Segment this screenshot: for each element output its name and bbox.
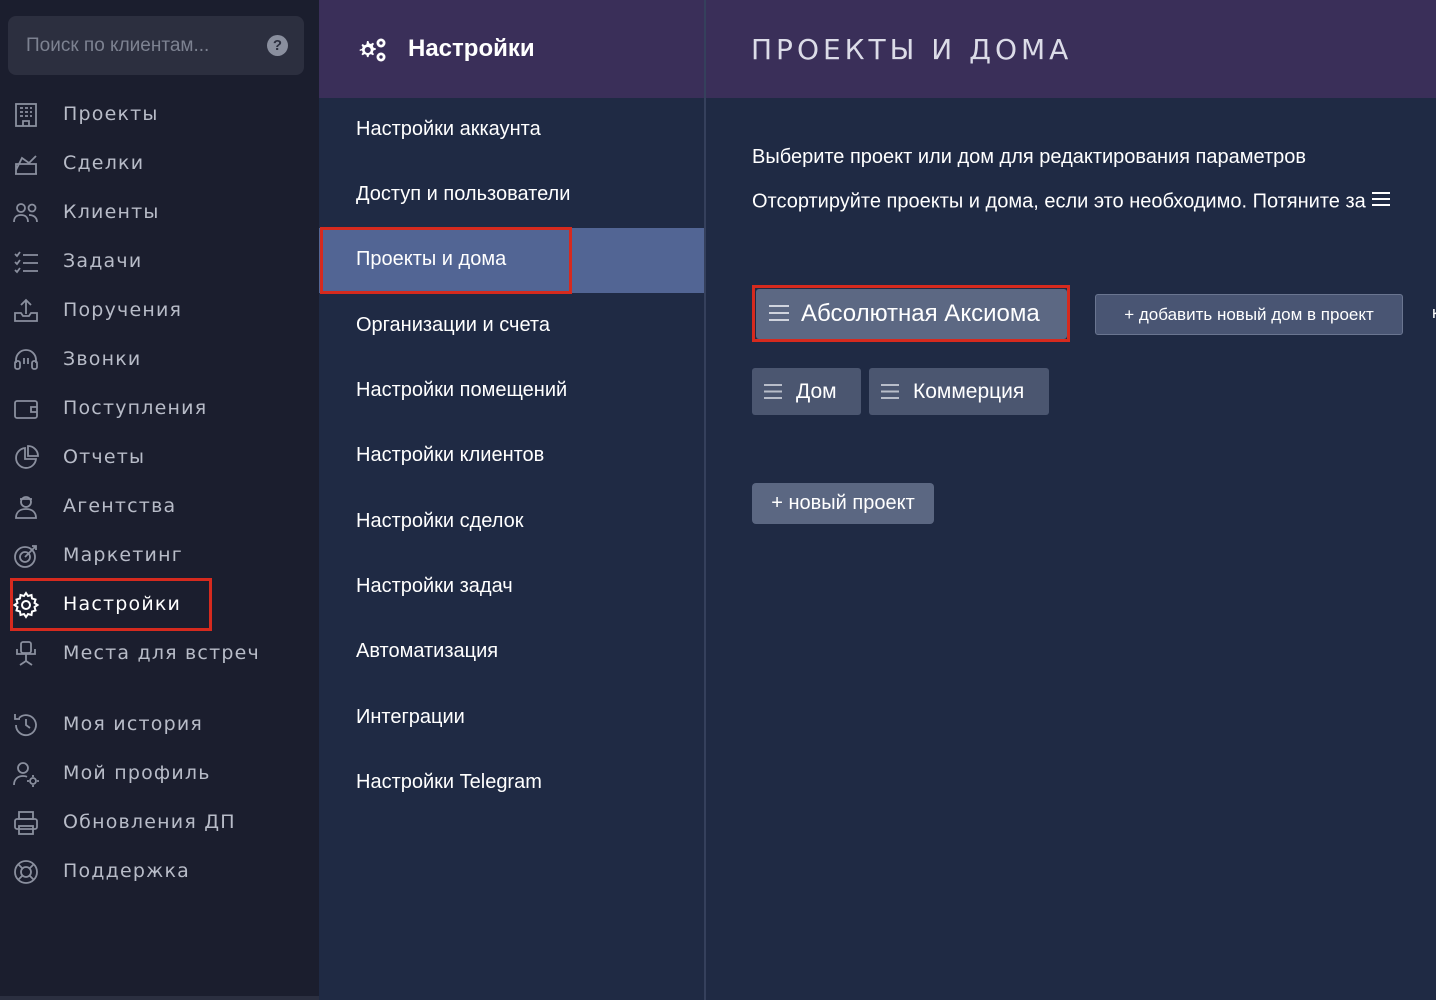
clipped-text: к	[1432, 303, 1436, 322]
drag-handle-icon	[1371, 190, 1391, 214]
sidebar-item-label: Поступления	[63, 397, 208, 419]
menu-item-label: Настройки помещений	[356, 379, 568, 401]
sidebar-item-support[interactable]: Поддержка	[0, 847, 319, 896]
sidebar-item-history[interactable]: Моя история	[0, 700, 319, 749]
sidebar-item-tasks[interactable]: Задачи	[0, 237, 319, 286]
search-input[interactable]	[26, 16, 256, 75]
menu-item-label: Настройки клиентов	[356, 444, 545, 466]
menu-item-label: Настройки аккаунта	[356, 118, 541, 140]
menu-item-automation[interactable]: Автоматизация	[319, 620, 704, 685]
help-icon[interactable]: ?	[267, 35, 288, 56]
agent-icon	[12, 493, 40, 521]
settings-panel: Настройки Настройки аккаунта Доступ и по…	[319, 0, 704, 1000]
house-name: Дом	[796, 380, 837, 403]
content-header: ПРОЕКТЫ И ДОМА	[706, 0, 1436, 98]
profile-settings-icon	[12, 760, 40, 788]
sidebar-item-marketing[interactable]: Маркетинг	[0, 531, 319, 580]
sidebar-item-assignments[interactable]: Поручения	[0, 286, 319, 335]
menu-item-label: Проекты и дома	[356, 248, 507, 270]
gears-icon	[356, 36, 388, 64]
menu-item-account-settings[interactable]: Настройки аккаунта	[319, 98, 704, 163]
sort-instruction-text: Отсортируйте проекты и дома, если это не…	[752, 190, 1366, 213]
gear-icon	[12, 591, 40, 619]
project-name: Абсолютная Аксиома	[801, 300, 1040, 327]
sidebar-item-profile[interactable]: Мой профиль	[0, 749, 319, 798]
drag-handle-icon[interactable]	[880, 383, 900, 405]
sidebar-item-payments[interactable]: Поступления	[0, 384, 319, 433]
menu-item-telegram-settings[interactable]: Настройки Telegram	[319, 751, 704, 816]
new-project-button[interactable]: + новый проект	[752, 483, 934, 524]
menu-item-label: Настройки задач	[356, 575, 513, 597]
menu-item-label: Доступ и пользователи	[356, 183, 571, 205]
sidebar-item-calls[interactable]: Звонки	[0, 335, 319, 384]
sidebar-item-updates[interactable]: Обновления ДП	[0, 798, 319, 847]
sidebar: ? Проекты Сделки Клиенты Задачи Поручени…	[0, 0, 319, 1000]
sidebar-item-agencies[interactable]: Агентства	[0, 482, 319, 531]
drag-handle-icon[interactable]	[768, 304, 790, 327]
menu-item-premises-settings[interactable]: Настройки помещений	[319, 359, 704, 424]
house-chip-house[interactable]: Дом	[752, 368, 861, 415]
instruction-text: Выберите проект или дом для редактирован…	[752, 146, 1306, 168]
upload-tray-icon	[12, 297, 40, 325]
sidebar-item-settings[interactable]: Настройки	[0, 580, 319, 629]
add-house-button[interactable]: + добавить новый дом в проект	[1095, 294, 1403, 335]
sidebar-item-label: Мой профиль	[63, 762, 211, 784]
sidebar-item-label: Звонки	[63, 348, 142, 370]
history-icon	[12, 711, 40, 739]
page-title: ПРОЕКТЫ И ДОМА	[751, 33, 1073, 66]
sidebar-item-label: Настройки	[63, 593, 182, 615]
sidebar-item-deals[interactable]: Сделки	[0, 139, 319, 188]
sidebar-item-label: Агентства	[63, 495, 177, 517]
printer-icon	[12, 809, 40, 837]
meeting-place-icon	[12, 640, 40, 668]
settings-title: Настройки	[408, 35, 535, 62]
headset-icon	[12, 346, 40, 374]
users-icon	[12, 199, 40, 227]
menu-item-projects-houses[interactable]: Проекты и дома	[319, 228, 704, 293]
menu-item-label: Интеграции	[356, 706, 465, 728]
sidebar-item-label: Поддержка	[63, 860, 190, 882]
menu-item-label: Организации и счета	[356, 314, 550, 336]
target-icon	[12, 542, 40, 570]
sidebar-item-label: Клиенты	[63, 201, 160, 223]
lifebuoy-icon	[12, 858, 40, 886]
sidebar-item-label: Места для встреч	[63, 642, 260, 664]
menu-item-deal-settings[interactable]: Настройки сделок	[319, 490, 704, 555]
sidebar-item-reports[interactable]: Отчеты	[0, 433, 319, 482]
sidebar-item-label: Отчеты	[63, 446, 146, 468]
sidebar-item-projects[interactable]: Проекты	[0, 90, 319, 139]
deal-icon	[12, 150, 40, 178]
search-box: ?	[8, 16, 304, 75]
pie-chart-icon	[12, 444, 40, 472]
tasks-icon	[12, 248, 40, 276]
sidebar-item-label: Задачи	[63, 250, 143, 272]
menu-item-organizations[interactable]: Организации и счета	[319, 294, 704, 359]
menu-item-label: Настройки сделок	[356, 510, 524, 532]
sidebar-item-label: Обновления ДП	[63, 811, 236, 833]
menu-item-label: Автоматизация	[356, 640, 499, 662]
sidebar-item-label: Проекты	[63, 103, 159, 125]
sidebar-item-meeting-places[interactable]: Места для встреч	[0, 629, 319, 678]
menu-item-label: Настройки Telegram	[356, 771, 542, 793]
menu-item-client-settings[interactable]: Настройки клиентов	[319, 424, 704, 489]
sort-instruction: Отсортируйте проекты и дома, если это не…	[752, 190, 1391, 214]
sidebar-item-label: Поручения	[63, 299, 183, 321]
project-chip[interactable]: Абсолютная Аксиома	[756, 289, 1067, 339]
house-chip-commerce[interactable]: Коммерция	[869, 368, 1049, 415]
settings-header: Настройки	[319, 0, 704, 98]
menu-item-integrations[interactable]: Интеграции	[319, 686, 704, 751]
drag-handle-icon[interactable]	[763, 383, 783, 405]
house-name: Коммерция	[913, 380, 1025, 403]
sidebar-item-label: Моя история	[63, 713, 204, 735]
menu-item-task-settings[interactable]: Настройки задач	[319, 555, 704, 620]
sidebar-item-label: Маркетинг	[63, 544, 183, 566]
sidebar-item-clients[interactable]: Клиенты	[0, 188, 319, 237]
building-icon	[12, 101, 40, 129]
wallet-icon	[12, 395, 40, 423]
menu-item-access-users[interactable]: Доступ и пользователи	[319, 163, 704, 228]
content-panel: ПРОЕКТЫ И ДОМА Выберите проект или дом д…	[704, 0, 1436, 1000]
sidebar-item-label: Сделки	[63, 152, 145, 174]
